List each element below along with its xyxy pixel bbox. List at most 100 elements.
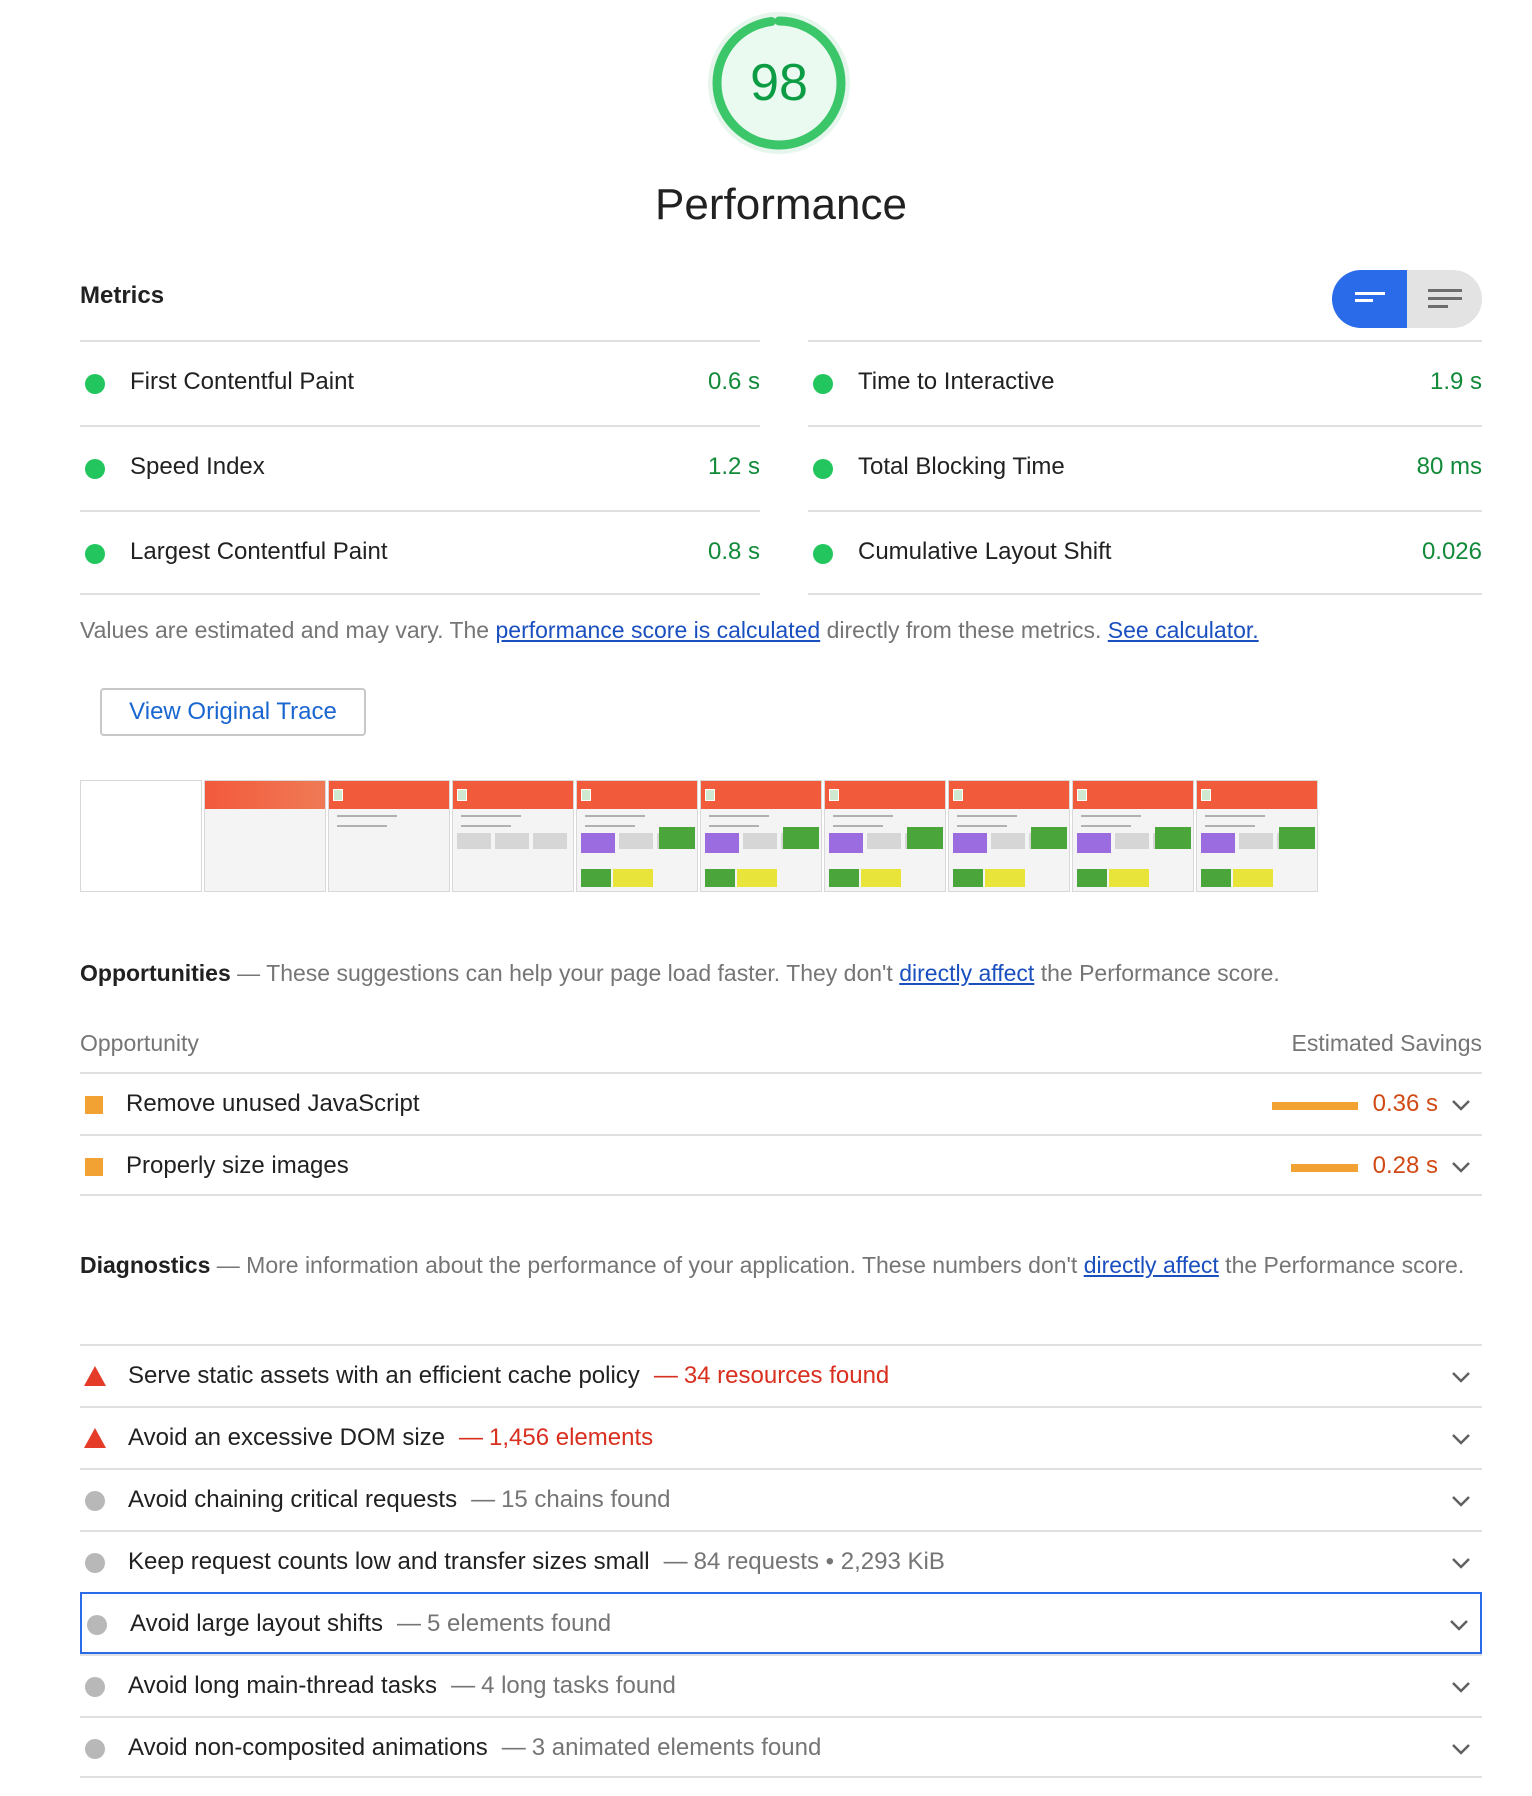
- diagnostic-detail: 34 resources found: [683, 1362, 890, 1389]
- filmstrip-frame: [700, 780, 822, 892]
- directly-affect-link[interactable]: directly affect: [899, 960, 1034, 986]
- pass-dot-icon: [813, 374, 833, 394]
- header-dash: —: [230, 960, 267, 986]
- frame-header: [1197, 781, 1317, 809]
- diagnostic-detail: 5 elements found: [427, 1610, 612, 1637]
- diagnostic-detail: 3 animated elements found: [531, 1734, 822, 1761]
- info-circle-icon: [85, 1491, 105, 1511]
- metric-row: Largest Contentful Paint 0.8 s: [80, 510, 760, 595]
- frame-avatar: [705, 789, 715, 801]
- frame-text-line: [833, 815, 893, 817]
- diagnostics-description: More information about the performance o…: [246, 1252, 1084, 1278]
- frame-image-green: [1279, 827, 1315, 849]
- chevron-down-icon[interactable]: [1448, 1550, 1474, 1576]
- frame-card: [991, 833, 1025, 849]
- frame-text-line: [833, 825, 883, 827]
- frame-text-line: [337, 815, 397, 817]
- frame-avatar: [953, 789, 963, 801]
- frame-text-line: [585, 815, 645, 817]
- gauge-score: 98: [750, 54, 808, 112]
- frame-image-green: [1031, 827, 1067, 849]
- frame-text-line: [1205, 815, 1265, 817]
- info-circle-icon: [85, 1677, 105, 1697]
- frame-text-line: [461, 815, 521, 817]
- filmstrip-frame: [452, 780, 574, 892]
- metric-value: 0.6 s: [707, 368, 760, 395]
- diagnostic-row[interactable]: Avoid an excessive DOM size —1,456 elemen…: [80, 1406, 1482, 1468]
- metrics-title: Metrics: [80, 282, 165, 309]
- filmstrip-frame: [1196, 780, 1318, 892]
- chevron-down-icon[interactable]: [1448, 1426, 1474, 1452]
- metrics-view-toggle[interactable]: [1332, 270, 1482, 328]
- header-dash: —: [210, 1252, 247, 1278]
- diagnostic-row[interactable]: Avoid chaining critical requests —15 chai…: [80, 1468, 1482, 1530]
- opportunity-row[interactable]: Properly size images 0.28 s: [80, 1134, 1482, 1196]
- filmstrip-frame: [576, 780, 698, 892]
- opportunity-row[interactable]: Remove unused JavaScript 0.36 s: [80, 1072, 1482, 1134]
- chevron-down-icon[interactable]: [1446, 1612, 1472, 1638]
- bars-view-button[interactable]: [1332, 270, 1407, 328]
- pass-dot-icon: [813, 544, 833, 564]
- frame-banner-yellow: [861, 869, 901, 887]
- frame-body: [329, 809, 449, 891]
- chevron-down-icon[interactable]: [1448, 1364, 1474, 1390]
- filmstrip-frame: [948, 780, 1070, 892]
- diagnostic-row[interactable]: Avoid large layout shifts —5 elements fou…: [80, 1592, 1482, 1654]
- diagnostic-row[interactable]: Keep request counts low and transfer siz…: [80, 1530, 1482, 1592]
- chevron-down-icon[interactable]: [1448, 1154, 1474, 1180]
- frame-card: [495, 833, 529, 849]
- frame-text-line: [337, 825, 387, 827]
- see-calculator-link[interactable]: See calculator.: [1108, 617, 1259, 643]
- frame-image-purple: [953, 833, 987, 853]
- diagnostic-detail: 15 chains found: [501, 1486, 671, 1513]
- view-original-trace-button[interactable]: View Original Trace: [100, 688, 366, 736]
- metric-row: Total Blocking Time 80 ms: [808, 425, 1482, 510]
- diagnostic-detail: 1,456 elements: [489, 1424, 654, 1451]
- opportunity-title: Properly size images: [126, 1152, 349, 1179]
- diagnostic-separator: —: [501, 1734, 526, 1761]
- list-view-button[interactable]: [1407, 270, 1482, 328]
- diagnostic-separator: —: [653, 1362, 678, 1389]
- frame-banner-green: [1077, 869, 1107, 887]
- score-calculated-link[interactable]: performance score is calculated: [495, 617, 820, 643]
- diagnostic-row[interactable]: Avoid non-composited animations —3 animat…: [80, 1716, 1482, 1778]
- metric-name: Total Blocking Time: [858, 453, 1065, 480]
- opportunities-list: Remove unused JavaScript 0.36 s Properly…: [80, 1072, 1482, 1196]
- fail-triangle-icon: [84, 1366, 106, 1386]
- frame-body: [205, 809, 325, 891]
- chevron-down-icon[interactable]: [1448, 1674, 1474, 1700]
- frame-banner-yellow: [737, 869, 777, 887]
- metric-row: Time to Interactive 1.9 s: [808, 340, 1482, 425]
- frame-header: [205, 781, 325, 809]
- chevron-down-icon[interactable]: [1448, 1736, 1474, 1762]
- frame-avatar: [581, 789, 591, 801]
- diagnostic-row[interactable]: Serve static assets with an efficient ca…: [80, 1344, 1482, 1406]
- diagnostics-list: Serve static assets with an efficient ca…: [80, 1344, 1482, 1778]
- frame-avatar: [1201, 789, 1211, 801]
- filmstrip-frame: [204, 780, 326, 892]
- frame-card: [1239, 833, 1273, 849]
- frame-banner-yellow: [985, 869, 1025, 887]
- frame-header: [701, 781, 821, 809]
- chevron-down-icon[interactable]: [1448, 1092, 1474, 1118]
- directly-affect-link[interactable]: directly affect: [1084, 1252, 1219, 1278]
- frame-image-purple: [581, 833, 615, 853]
- diagnostic-row[interactable]: Avoid long main-thread tasks —4 long task…: [80, 1654, 1482, 1716]
- diagnostic-title: Avoid an excessive DOM size: [128, 1424, 446, 1451]
- diagnostic-detail: 84 requests • 2,293 KiB: [693, 1548, 945, 1575]
- info-circle-icon: [85, 1739, 105, 1759]
- frame-card: [457, 833, 491, 849]
- savings-bar: [1272, 1102, 1358, 1110]
- pass-dot-icon: [85, 459, 105, 479]
- savings-bar: [1291, 1164, 1358, 1172]
- frame-text-line: [709, 815, 769, 817]
- metric-name: Largest Contentful Paint: [130, 538, 388, 565]
- note-text: Values are estimated and may vary. The: [80, 617, 496, 643]
- frame-text-line: [957, 825, 1007, 827]
- metric-value: 1.9 s: [1429, 368, 1482, 395]
- opportunities-description: These suggestions can help your page loa…: [266, 960, 900, 986]
- filmstrip-frame: [80, 780, 202, 892]
- diagnostic-title: Avoid long main-thread tasks: [128, 1672, 438, 1699]
- frame-image-green: [1155, 827, 1191, 849]
- chevron-down-icon[interactable]: [1448, 1488, 1474, 1514]
